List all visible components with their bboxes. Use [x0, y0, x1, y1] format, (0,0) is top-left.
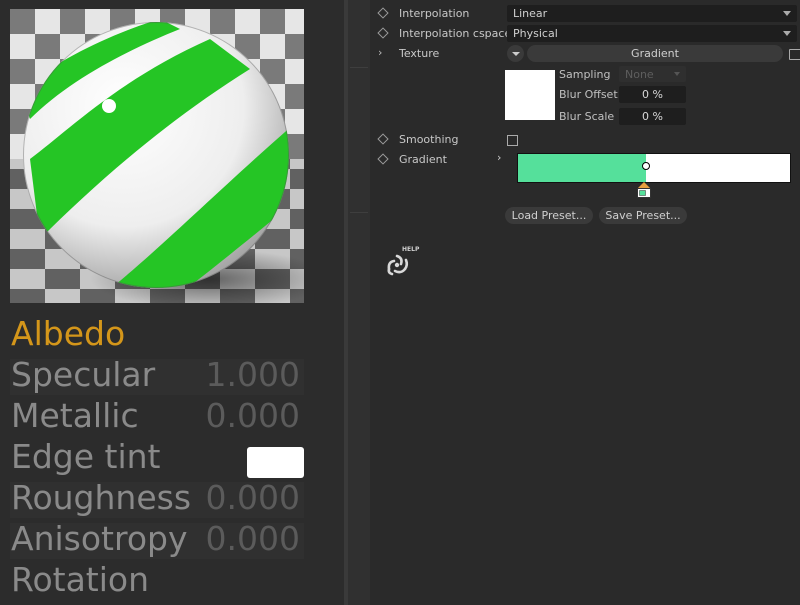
roughness-label: Roughness	[11, 478, 192, 517]
interpolation-row: Interpolation Linear	[370, 4, 800, 24]
save-preset-button[interactable]: Save Preset...	[599, 207, 687, 224]
specular-value[interactable]: 1.000	[206, 355, 300, 395]
edge-tint-swatch[interactable]	[247, 447, 304, 478]
gutter-mark	[350, 212, 368, 213]
metallic-label: Metallic	[11, 396, 139, 435]
keyframe-diamond-icon[interactable]	[377, 27, 389, 39]
smoothing-row: Smoothing	[370, 130, 800, 150]
attribute-panel: Interpolation Linear Interpolation cspac…	[370, 0, 800, 605]
load-preset-button[interactable]: Load Preset...	[505, 207, 593, 224]
interpolation-cspace-dropdown[interactable]: Physical	[507, 25, 797, 42]
keyframe-diamond-icon[interactable]	[377, 153, 389, 165]
help-icon[interactable]: HELP	[382, 243, 422, 283]
roughness-value[interactable]: 0.000	[206, 478, 300, 518]
metallic-row[interactable]: Metallic 0.000	[10, 396, 304, 436]
anisotropy-value[interactable]: 0.000	[206, 519, 300, 559]
interpolation-cspace-row: Interpolation cspace Physical	[370, 24, 800, 44]
gradient-color-segment	[518, 154, 646, 182]
sampling-label: Sampling	[559, 68, 611, 81]
help-text: HELP	[402, 246, 420, 253]
chevron-down-icon	[674, 72, 680, 76]
interpolation-dropdown[interactable]: Linear	[507, 5, 797, 22]
octane-logo-icon: HELP	[387, 246, 420, 276]
rotation-label: Rotation	[11, 560, 150, 599]
interpolation-cspace-value: Physical	[513, 27, 558, 40]
material-panel: Albedo Specular 1.000 Metallic 0.000 Edg…	[0, 0, 344, 605]
interpolation-label: Interpolation	[399, 7, 470, 20]
preview-render	[10, 9, 304, 303]
sampling-row: Sampling None	[559, 66, 689, 84]
gradient-knot-handle[interactable]	[637, 182, 651, 198]
blur-offset-row: Blur Offset 0 %	[559, 86, 689, 104]
interpolation-value: Linear	[513, 7, 548, 20]
material-preview	[10, 9, 304, 303]
texture-menu-button[interactable]	[507, 45, 524, 62]
chevron-down-icon	[783, 31, 791, 36]
texture-preview-thumbnail	[505, 70, 555, 120]
interpolation-cspace-label: Interpolation cspace	[399, 27, 512, 40]
anisotropy-label: Anisotropy	[11, 519, 188, 558]
blur-offset-field[interactable]: 0 %	[619, 86, 686, 103]
gutter-mark	[350, 67, 368, 68]
blur-offset-label: Blur Offset	[559, 88, 618, 101]
blur-scale-row: Blur Scale 0 %	[559, 108, 689, 126]
gradient-editor-bar[interactable]	[517, 153, 791, 183]
metallic-value[interactable]: 0.000	[206, 396, 300, 436]
gradient-label: Gradient	[399, 153, 447, 166]
albedo-row[interactable]: Albedo	[10, 314, 304, 354]
texture-gradient-button[interactable]: Gradient	[527, 45, 783, 62]
anisotropy-row[interactable]: Anisotropy 0.000	[10, 519, 304, 559]
specular-row[interactable]: Specular 1.000	[10, 355, 304, 395]
smoothing-label: Smoothing	[399, 133, 459, 146]
rotation-row[interactable]: Rotation	[10, 560, 304, 600]
blur-scale-label: Blur Scale	[559, 110, 615, 123]
gradient-midpoint-handle[interactable]	[642, 162, 650, 170]
panel-gutter	[348, 0, 370, 605]
albedo-label: Albedo	[11, 314, 126, 353]
chevron-down-icon	[783, 11, 791, 16]
smoothing-checkbox[interactable]	[507, 135, 518, 146]
expand-arrow-icon[interactable]: ›	[378, 46, 382, 59]
blur-scale-field[interactable]: 0 %	[619, 108, 686, 125]
roughness-row[interactable]: Roughness 0.000	[10, 478, 304, 518]
texture-row: › Texture Gradient	[370, 44, 800, 64]
keyframe-diamond-icon[interactable]	[377, 7, 389, 19]
edge-tint-label: Edge tint	[11, 437, 161, 476]
expand-arrow-icon[interactable]: ›	[497, 151, 501, 164]
keyframe-diamond-icon[interactable]	[377, 133, 389, 145]
specular-label: Specular	[11, 355, 156, 394]
edge-tint-row[interactable]: Edge tint	[10, 437, 304, 478]
sampling-dropdown[interactable]: None	[619, 66, 686, 82]
texture-label: Texture	[399, 47, 440, 60]
sampling-value: None	[625, 68, 654, 81]
folder-icon[interactable]	[789, 49, 800, 60]
